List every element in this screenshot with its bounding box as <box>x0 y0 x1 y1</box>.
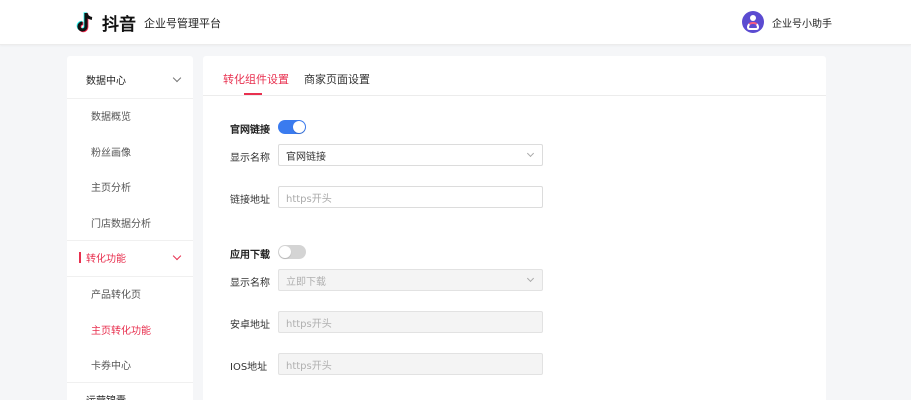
input-placeholder: https开头 <box>286 193 332 205</box>
android-url-input[interactable]: https开头 <box>278 311 543 333</box>
sidebar-group-label: 转化功能 <box>86 254 126 265</box>
sidebar-item-label: 主页分析 <box>91 183 131 194</box>
avatar-head-icon <box>750 15 756 21</box>
chevron-down-icon <box>526 274 535 283</box>
input-placeholder: https开头 <box>286 318 332 330</box>
top-header: 抖音 企业号管理平台 企业号小助手 <box>0 0 911 45</box>
sidebar-item-label: 卡券中心 <box>91 361 131 372</box>
sidebar-group-conversion[interactable]: 转化功能 <box>67 240 193 275</box>
user-name: 企业号小助手 <box>772 18 832 30</box>
chevron-down-icon <box>172 251 182 261</box>
sidebar-item-label: 数据概览 <box>91 112 131 123</box>
tiktok-icon <box>76 11 93 32</box>
select-value: 官网链接 <box>286 151 326 163</box>
ios-url-input[interactable]: https开头 <box>278 353 543 375</box>
app-download-toggle[interactable] <box>278 245 306 259</box>
toggle-knob <box>293 121 305 133</box>
toggle-knob <box>279 246 291 258</box>
sidebar-item-fan-profile[interactable]: 粉丝画像 <box>67 134 193 169</box>
main-panel: 转化组件设置 商家页面设置 官网链接 显示名称 官网链接 链接地址 https开… <box>203 56 826 400</box>
sidebar-group-operations[interactable]: 运营锦囊 <box>67 382 193 400</box>
tab-merchant-page[interactable]: 商家页面设置 <box>304 71 370 87</box>
website-display-name-label: 显示名称 <box>230 153 270 164</box>
sidebar-group-label: 运营锦囊 <box>86 392 126 400</box>
tab-bar: 转化组件设置 商家页面设置 <box>203 56 826 96</box>
sidebar-item-label: 产品转化页 <box>91 290 141 301</box>
sidebar-item-label: 粉丝画像 <box>91 148 131 159</box>
input-placeholder: https开头 <box>286 360 332 372</box>
sidebar: 数据中心 数据概览 粉丝画像 主页分析 门店数据分析 转化功能 产品转化页 主页… <box>67 56 193 400</box>
tab-conversion-widget[interactable]: 转化组件设置 <box>223 71 289 87</box>
chevron-down-icon <box>172 73 182 83</box>
ios-url-label: IOS地址 <box>230 362 268 373</box>
sidebar-item-homepage-analysis[interactable]: 主页分析 <box>67 169 193 204</box>
sidebar-group-label: 数据中心 <box>86 76 126 87</box>
active-tab-indicator <box>244 93 262 95</box>
website-link-title: 官网链接 <box>230 125 270 136</box>
user-menu[interactable]: 企业号小助手 <box>742 11 832 33</box>
website-url-label: 链接地址 <box>230 195 270 206</box>
sidebar-item-label: 主页转化功能 <box>91 326 151 337</box>
website-link-toggle[interactable] <box>278 120 306 134</box>
sidebar-item-coupon-center[interactable]: 卡券中心 <box>67 347 193 382</box>
logo-text: 抖音 <box>102 15 136 35</box>
sidebar-item-label: 门店数据分析 <box>91 219 151 230</box>
website-display-name-select[interactable]: 官网链接 <box>278 144 543 166</box>
app-display-name-label: 显示名称 <box>230 278 270 289</box>
platform-name: 企业号管理平台 <box>144 16 221 30</box>
select-value: 立即下载 <box>286 276 326 288</box>
app-download-title: 应用下载 <box>230 250 270 261</box>
sidebar-item-product-conversion[interactable]: 产品转化页 <box>67 276 193 311</box>
active-indicator <box>79 252 81 263</box>
website-url-input[interactable]: https开头 <box>278 186 543 208</box>
android-url-label: 安卓地址 <box>230 320 270 331</box>
sidebar-item-store-analysis[interactable]: 门店数据分析 <box>67 205 193 240</box>
sidebar-item-homepage-conversion[interactable]: 主页转化功能 <box>67 312 193 347</box>
app-display-name-select[interactable]: 立即下载 <box>278 269 543 291</box>
chevron-down-icon <box>526 149 535 158</box>
avatar <box>742 11 764 33</box>
avatar-body-icon <box>747 22 759 30</box>
sidebar-group-data-center[interactable]: 数据中心 <box>67 62 193 97</box>
brand-logo[interactable]: 抖音 企业号管理平台 <box>76 10 221 35</box>
sidebar-item-data-overview[interactable]: 数据概览 <box>67 98 193 133</box>
